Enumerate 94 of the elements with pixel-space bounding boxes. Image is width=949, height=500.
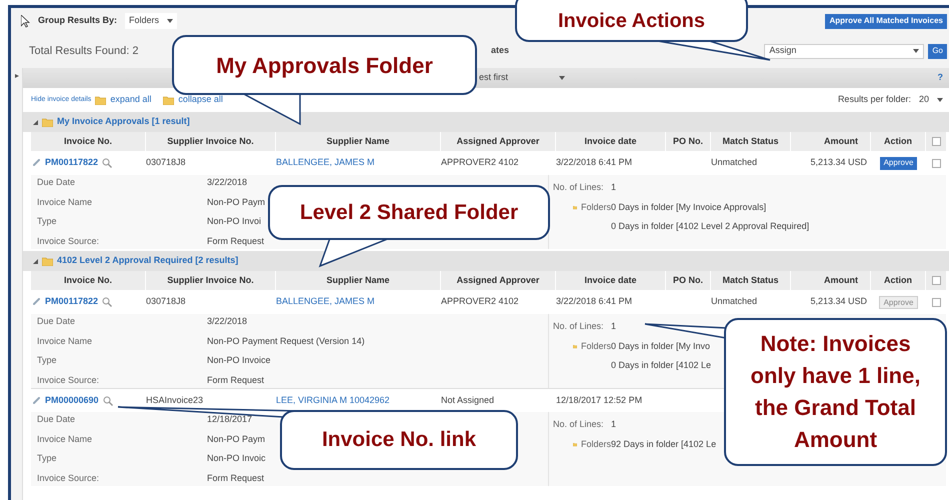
detail-value: Non-PO Invoice [207, 354, 271, 367]
detail-value: 3/22/2018 [207, 315, 248, 328]
detail-value: Non-PO Payment Request (Version 14) [207, 334, 365, 348]
table-cell-text: 030718J8 [146, 295, 186, 308]
filter-label: ates [491, 44, 510, 58]
caret-icon [913, 49, 920, 53]
expand-link[interactable]: expand all [110, 93, 152, 107]
expand-arrow-icon[interactable] [14, 74, 18, 78]
detail-label: Invoice Source: [37, 472, 100, 484]
detail-value: 0 Days in folder [4102 Level 2 Approval Required] [611, 220, 810, 233]
table-cell-text: 5,213.34 USD [810, 295, 867, 308]
folder-icon [42, 118, 53, 126]
detail-value: 0 Days in folder [My Invoice Approvals] [611, 200, 766, 214]
invoice-link[interactable]: PM00000690 [45, 394, 99, 408]
checkbox[interactable] [932, 298, 940, 306]
detail-value: Non-PO Invoic [207, 452, 266, 465]
folder-icon [42, 256, 53, 266]
expand-link[interactable]: collapse all [178, 93, 223, 107]
detail-value: Form Request [207, 472, 264, 485]
table-cell-text: 12/18/2017 12:52 PM [556, 394, 642, 407]
table-cell-text: HSAInvoice23 [146, 394, 204, 407]
action-select[interactable]: Assign [764, 44, 924, 58]
detail-value: 3/22/2018 [207, 176, 248, 189]
checkbox[interactable] [932, 158, 940, 168]
table-cell-text: Not Assigned [441, 394, 494, 407]
supplier-link[interactable]: LEE, VIRGINIA M 10042962 [276, 394, 390, 408]
detail-value: 1 [611, 320, 616, 333]
callout: Note: Invoices only have 1 line, the Grand Total Amount [724, 318, 947, 466]
results-per-folder-select[interactable]: 20 [918, 93, 943, 107]
mouse-cursor-icon [21, 14, 30, 28]
magnifier-icon[interactable] [102, 158, 112, 168]
detail-value: 92 Days in folder [4102 Le [611, 438, 716, 451]
detail-label: Invoice Name [37, 432, 94, 446]
invoice-link[interactable]: PM00117822 [45, 295, 98, 309]
detail-label: No. of Lines: [553, 418, 605, 431]
callout: Invoice No. link [280, 410, 518, 470]
detail-label: Folders [580, 200, 611, 214]
detail-label: Type [37, 354, 58, 367]
detail-value: 1 [611, 418, 616, 431]
expand-toggle-icon[interactable] [33, 120, 38, 124]
detail-label: Invoice Name [37, 196, 94, 208]
table-cell-text: APPROVER2 4102 [441, 156, 519, 170]
total-results-text: Total Results Found: 2 [29, 44, 140, 59]
table-cell-text: 5,213.34 USD [810, 156, 867, 170]
detail-label: Folders [580, 438, 611, 450]
supplier-link[interactable]: BALLENGEE, JAMES M [276, 295, 375, 309]
caret-icon [167, 19, 174, 23]
detail-value: 12/18/2017 [207, 413, 252, 426]
caret-icon [937, 98, 943, 102]
detail-value: Non-PO Invoi [207, 215, 262, 228]
table-cell-text: 3/22/2018 6:41 PM [556, 156, 632, 170]
detail-value: 0 Days in folder [4102 Le [611, 359, 712, 372]
help-link[interactable]: ? [938, 71, 943, 85]
detail-value: Form Request [207, 374, 264, 387]
detail-label: Invoice Source: [37, 234, 100, 248]
results-per-folder-label: Results per folder: [838, 93, 911, 106]
table-cell-text: Unmatched [711, 156, 758, 170]
approve-button[interactable]: Approve [880, 156, 918, 170]
supplier-link[interactable]: BALLENGEE, JAMES M [276, 156, 375, 170]
detail-label: Due Date [37, 176, 76, 189]
table-cell-text: APPROVER2 4102 [441, 295, 519, 308]
invoice-link[interactable]: PM00117822 [45, 156, 98, 170]
approve-all-button[interactable]: Approve All Matched Invoices [825, 14, 947, 28]
detail-value: Form Request [207, 234, 264, 248]
detail-label: No. of Lines: [553, 181, 605, 194]
detail-label: Due Date [37, 413, 76, 426]
table-cell-text: 030718J8 [146, 156, 186, 170]
group-by-select[interactable]: Folders [125, 13, 178, 29]
detail-label: No. of Lines: [553, 320, 605, 333]
magnifier-icon[interactable] [102, 396, 113, 406]
magnifier-icon[interactable] [102, 297, 112, 307]
caret-icon [559, 76, 565, 80]
checkbox[interactable] [932, 276, 940, 285]
folder-icon [163, 96, 174, 104]
expand-toggle-icon[interactable] [33, 258, 38, 264]
detail-label: Due Date [37, 315, 76, 328]
detail-value: 0 Days in folder [My Invo [611, 340, 710, 353]
detail-label: Type [37, 452, 58, 465]
detail-label: Folders [580, 340, 611, 352]
detail-value: 1 [611, 181, 616, 194]
detail-label: Type [37, 215, 58, 228]
checkbox[interactable] [932, 137, 940, 146]
table-cell-text: 3/22/2018 6:41 PM [556, 295, 632, 308]
detail-label: Invoice Name [37, 334, 94, 348]
detail-label: Invoice Source: [37, 374, 100, 386]
detail-value: Non-PO Paym [207, 432, 266, 446]
folder-title[interactable]: 4102 Level 2 Approval Required [2 results] [57, 254, 238, 268]
group-by-label: Group Results By: [38, 14, 118, 28]
folder-icon [95, 96, 106, 104]
detail-value: Non-PO Paym [207, 196, 266, 209]
folder-title[interactable]: My Invoice Approvals [1 result] [57, 115, 190, 129]
table-cell-text: Unmatched [711, 295, 758, 308]
sort-select[interactable]: est first [479, 71, 569, 85]
go-button[interactable]: Go [928, 44, 947, 58]
